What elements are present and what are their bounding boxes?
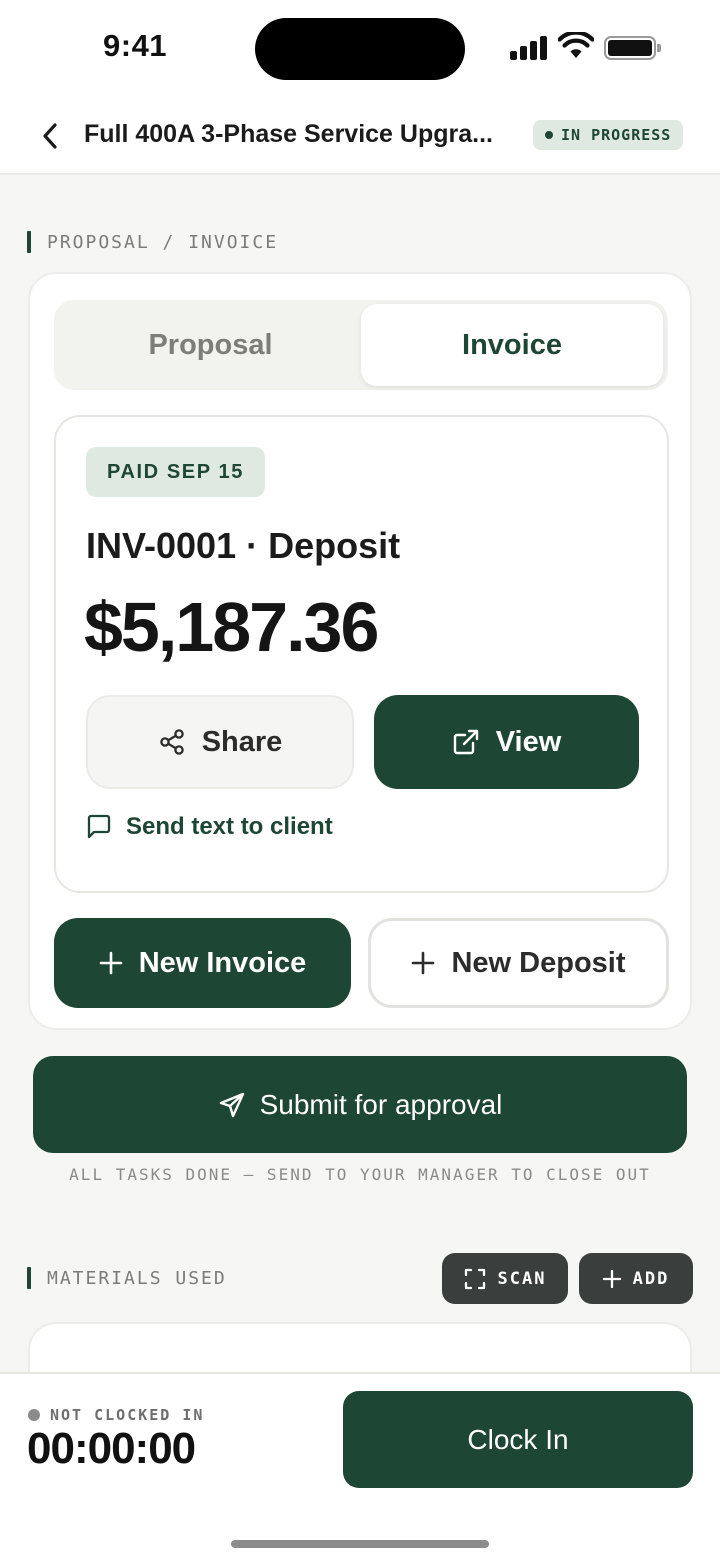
paid-badge: PAID SEP 15 [86, 447, 265, 497]
tab-proposal[interactable]: Proposal [58, 304, 363, 386]
send-icon [219, 1092, 244, 1117]
clock-status: NOT CLOCKED IN [28, 1406, 204, 1424]
plus-icon [412, 951, 435, 975]
back-button[interactable] [36, 118, 64, 154]
battery-icon [604, 36, 661, 60]
proposal-invoice-card: Proposal Invoice PAID SEP 15 INV-0001 · … [28, 272, 692, 1030]
timer: 00:00:00 [27, 1424, 196, 1473]
invoice-card: PAID SEP 15 INV-0001 · Deposit $5,187.36… [54, 415, 669, 893]
new-invoice-button[interactable]: New Invoice [54, 918, 351, 1008]
section-label-text: PROPOSAL / INVOICE [47, 231, 279, 253]
section-accent-bar [27, 1267, 31, 1289]
new-deposit-button[interactable]: New Deposit [368, 918, 669, 1008]
submit-for-approval-button[interactable]: Submit for approval [33, 1056, 687, 1153]
wifi-icon [558, 32, 594, 60]
cellular-signal-icon [510, 36, 550, 60]
dynamic-island [255, 18, 465, 80]
page-title: Full 400A 3-Phase Service Upgra... [84, 120, 493, 148]
new-invoice-label: New Invoice [138, 946, 307, 979]
add-label: ADD [632, 1268, 670, 1289]
chevron-left-icon [43, 123, 57, 149]
send-text-link[interactable]: Send text to client [86, 809, 333, 845]
tab-invoice[interactable]: Invoice [361, 304, 663, 386]
status-bar: 9:41 [0, 0, 720, 100]
scan-icon [464, 1268, 485, 1289]
share-icon [159, 729, 184, 755]
section-label-proposal-invoice: PROPOSAL / INVOICE [27, 230, 278, 254]
clock-status-dot-icon [28, 1409, 40, 1421]
status-dot-icon [545, 131, 553, 139]
share-label: Share [201, 725, 283, 758]
status-time: 9:41 [103, 28, 168, 63]
message-icon [87, 814, 111, 839]
scan-label: SCAN [497, 1268, 547, 1289]
section-accent-bar [27, 231, 31, 253]
add-material-button[interactable]: ADD [579, 1253, 693, 1304]
screen: 9:41 Full 400A 3-Phase Service Upgra... … [0, 0, 720, 1560]
top-header-area: 9:41 Full 400A 3-Phase Service Upgra... … [0, 0, 720, 175]
send-text-label: Send text to client [126, 813, 333, 840]
section-label-text: MATERIALS USED [47, 1267, 227, 1289]
scan-button[interactable]: SCAN [442, 1253, 568, 1304]
section-label-materials: MATERIALS USED [27, 1266, 227, 1290]
proposal-invoice-toggle: Proposal Invoice [54, 300, 668, 390]
submit-note: ALL TASKS DONE — SEND TO YOUR MANAGER TO… [69, 1165, 651, 1184]
view-button[interactable]: View [374, 695, 639, 789]
plus-icon [602, 1269, 621, 1288]
status-badge: IN PROGRESS [533, 120, 684, 150]
home-indicator [231, 1540, 489, 1548]
status-badge-label: IN PROGRESS [561, 126, 672, 144]
new-deposit-label: New Deposit [451, 946, 626, 979]
bottom-bar: NOT CLOCKED IN 00:00:00 Clock In [0, 1372, 720, 1560]
clock-in-button[interactable]: Clock In [343, 1391, 693, 1488]
share-button[interactable]: Share [86, 695, 354, 789]
submit-label: Submit for approval [259, 1088, 503, 1120]
invoice-title: INV-0001 · Deposit [86, 525, 401, 566]
plus-icon [99, 951, 122, 975]
external-link-icon [453, 729, 478, 755]
invoice-amount: $5,187.36 [84, 588, 379, 666]
view-label: View [495, 725, 562, 758]
clock-status-label: NOT CLOCKED IN [50, 1406, 205, 1424]
page-header: Full 400A 3-Phase Service Upgra... IN PR… [0, 100, 720, 172]
